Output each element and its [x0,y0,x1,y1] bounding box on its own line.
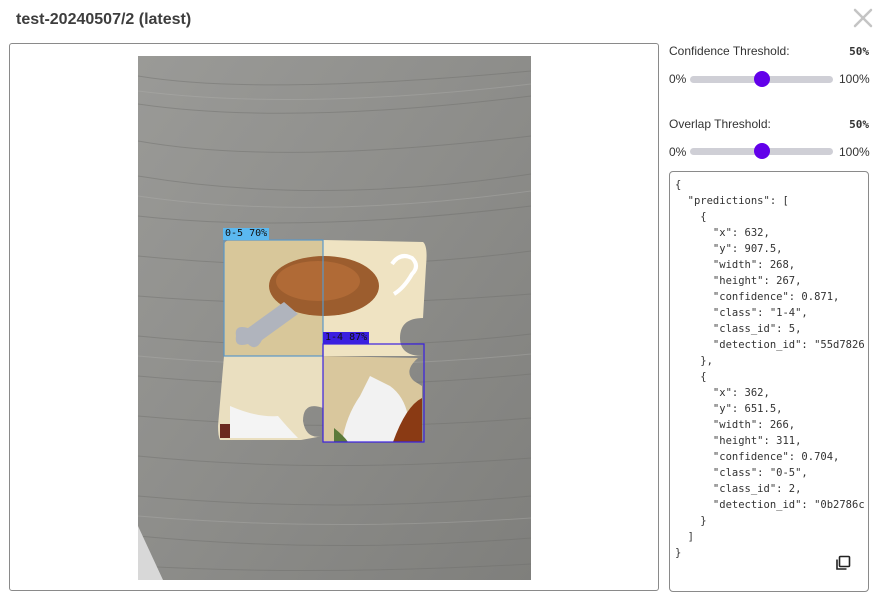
puzzle-photo [138,56,531,580]
confidence-min-label: 0% [669,72,687,86]
overlap-slider-thumb[interactable] [753,143,770,159]
image-preview-panel: 0-5 70% 1-4 87% [9,43,659,591]
confidence-threshold-label: Confidence Threshold: [669,44,790,58]
inference-image: 0-5 70% 1-4 87% [138,56,531,580]
copy-icon[interactable] [835,555,851,571]
close-icon[interactable] [852,7,874,29]
json-output[interactable]: { "predictions": [ { "x": 632, "y": 907.… [675,177,865,561]
confidence-threshold-value: 50% [849,45,869,58]
confidence-max-label: 100% [839,72,870,86]
overlap-threshold-label: Overlap Threshold: [669,117,771,131]
json-output-panel[interactable]: { "predictions": [ { "x": 632, "y": 907.… [669,171,869,592]
overlap-max-label: 100% [839,145,870,159]
overlap-min-label: 0% [669,145,687,159]
detection-label-0-5: 0-5 70% [223,228,270,240]
detection-label-1-4: 1-4 87% [323,332,370,344]
overlap-threshold-value: 50% [849,118,869,131]
modal-title: test-20240507/2 (latest) [16,11,192,28]
overlap-slider[interactable] [690,143,833,159]
confidence-slider-thumb[interactable] [753,71,770,87]
confidence-slider[interactable] [690,71,833,87]
